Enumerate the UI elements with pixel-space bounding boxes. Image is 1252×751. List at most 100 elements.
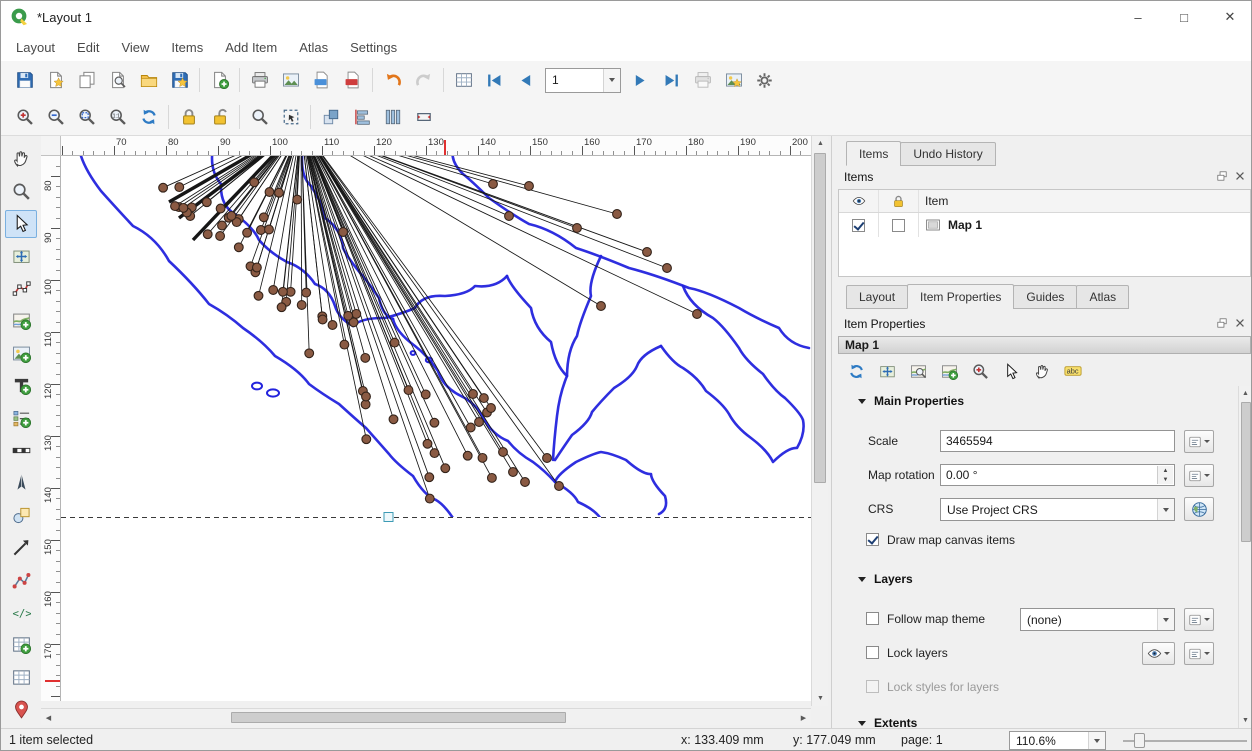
export-atlas-button[interactable] bbox=[718, 66, 749, 95]
add-map-button[interactable] bbox=[5, 307, 37, 335]
add-marker-button[interactable] bbox=[5, 696, 37, 724]
undo-button[interactable] bbox=[377, 66, 408, 95]
select-crs-button[interactable] bbox=[1184, 497, 1214, 521]
atlas-settings-button[interactable] bbox=[749, 66, 780, 95]
zoom-level-combo[interactable]: 110.6% bbox=[1009, 731, 1106, 750]
add-north-arrow-button[interactable] bbox=[5, 469, 37, 497]
follow-map-theme-checkbox[interactable] bbox=[866, 612, 879, 625]
add-label-button[interactable] bbox=[5, 372, 37, 400]
map1-visibility-checkbox[interactable] bbox=[852, 219, 865, 232]
duplicate-layout-button[interactable] bbox=[71, 66, 102, 95]
spinner[interactable]: ▲▼ bbox=[1157, 466, 1173, 484]
unlock-all-items-button[interactable] bbox=[204, 103, 235, 132]
add-picture-button[interactable] bbox=[5, 339, 37, 367]
crs-combo[interactable]: Use Project CRS bbox=[940, 498, 1175, 521]
chevron-down-icon[interactable] bbox=[1157, 609, 1174, 630]
add-legend-button[interactable] bbox=[5, 404, 37, 432]
scroll-left-icon[interactable]: ◀ bbox=[41, 710, 56, 725]
print-button[interactable] bbox=[244, 66, 275, 95]
scroll-up-icon[interactable]: ▲ bbox=[1238, 386, 1252, 401]
preview-atlas-button[interactable] bbox=[448, 66, 479, 95]
tab-layout[interactable]: Layout bbox=[846, 285, 908, 309]
select-move-item-tool-button[interactable] bbox=[5, 210, 37, 238]
map-theme-combo[interactable]: (none) bbox=[1020, 608, 1175, 631]
vertical-scroll-thumb[interactable] bbox=[814, 153, 826, 483]
zoom-in-button[interactable] bbox=[9, 103, 40, 132]
select-all-items-button[interactable] bbox=[275, 103, 306, 132]
add-html-button[interactable] bbox=[5, 598, 37, 626]
menu-edit[interactable]: Edit bbox=[66, 35, 110, 60]
draw-map-canvas-items-checkbox[interactable] bbox=[866, 533, 879, 546]
items-list-row-map1[interactable]: Map 1 bbox=[839, 213, 1250, 237]
item-properties-close-button[interactable] bbox=[1233, 316, 1247, 330]
tab-item-properties[interactable]: Item Properties bbox=[907, 284, 1014, 309]
minimize-button[interactable]: – bbox=[1115, 1, 1161, 33]
add-items-from-template-button[interactable] bbox=[204, 66, 235, 95]
item-properties-float-button[interactable] bbox=[1215, 316, 1229, 330]
menu-add-item[interactable]: Add Item bbox=[214, 35, 288, 60]
items-panel-float-button[interactable] bbox=[1215, 169, 1229, 183]
menu-atlas[interactable]: Atlas bbox=[288, 35, 339, 60]
labeling-settings-button[interactable] bbox=[1059, 358, 1087, 384]
export-pdf-button[interactable] bbox=[337, 66, 368, 95]
align-items-button[interactable] bbox=[346, 103, 377, 132]
chevron-down-icon[interactable] bbox=[603, 69, 620, 92]
layout-page-viewport[interactable] bbox=[61, 156, 811, 701]
resize-items-button[interactable] bbox=[408, 103, 439, 132]
next-feature-button[interactable] bbox=[625, 66, 656, 95]
horizontal-scroll-thumb[interactable] bbox=[231, 712, 566, 723]
tab-items[interactable]: Items bbox=[846, 141, 901, 166]
scroll-up-icon[interactable]: ▲ bbox=[812, 136, 829, 151]
properties-scrollbar[interactable]: ▲ ▼ bbox=[1238, 386, 1252, 728]
add-shape-button[interactable] bbox=[5, 501, 37, 529]
map-item[interactable] bbox=[61, 156, 811, 701]
chevron-down-icon[interactable] bbox=[1088, 732, 1105, 749]
map-rotation-input[interactable]: 0.00 ° ▲▼ bbox=[940, 464, 1175, 486]
move-map-content-button[interactable] bbox=[1028, 358, 1056, 384]
rotation-data-defined-button[interactable] bbox=[1184, 464, 1214, 487]
export-svg-button[interactable] bbox=[306, 66, 337, 95]
spin-up-icon[interactable]: ▲ bbox=[1157, 466, 1173, 475]
lock-layers-data-defined-button[interactable] bbox=[1184, 642, 1214, 665]
menu-view[interactable]: View bbox=[110, 35, 160, 60]
add-attribute-table-button[interactable] bbox=[5, 631, 37, 659]
last-feature-button[interactable] bbox=[656, 66, 687, 95]
add-arrow-button[interactable] bbox=[5, 534, 37, 562]
scroll-down-icon[interactable]: ▼ bbox=[1238, 713, 1252, 728]
add-scalebar-button[interactable] bbox=[5, 437, 37, 465]
refresh-view-button[interactable] bbox=[133, 103, 164, 132]
redo-button[interactable] bbox=[408, 66, 439, 95]
move-item-content-tool-button[interactable] bbox=[5, 242, 37, 270]
zoom-full-button[interactable] bbox=[71, 103, 102, 132]
spin-down-icon[interactable]: ▼ bbox=[1157, 475, 1173, 484]
horizontal-scrollbar[interactable]: ◀ ▶ bbox=[41, 708, 811, 725]
zoom-slider-handle[interactable] bbox=[1134, 733, 1145, 748]
first-feature-button[interactable] bbox=[479, 66, 510, 95]
layout-manager-button[interactable] bbox=[102, 66, 133, 95]
tab-atlas[interactable]: Atlas bbox=[1076, 285, 1129, 309]
section-extents[interactable]: Extents bbox=[858, 716, 917, 728]
zoom-to-selection-button[interactable] bbox=[244, 103, 275, 132]
edit-nodes-tool-button[interactable] bbox=[5, 275, 37, 303]
set-canvas-extent-to-map-button[interactable] bbox=[935, 358, 963, 384]
interactively-edit-extent-button[interactable] bbox=[997, 358, 1025, 384]
zoom-to-map-extent-button[interactable] bbox=[966, 358, 994, 384]
vertical-scrollbar[interactable]: ▲ ▼ bbox=[811, 136, 828, 706]
pan-tool-button[interactable] bbox=[5, 145, 37, 173]
tab-undo-history[interactable]: Undo History bbox=[900, 142, 995, 166]
map1-lock-checkbox[interactable] bbox=[892, 219, 905, 232]
save-as-template-button[interactable] bbox=[164, 66, 195, 95]
raise-items-button[interactable] bbox=[315, 103, 346, 132]
export-image-button[interactable] bbox=[275, 66, 306, 95]
lock-layers-checkbox[interactable] bbox=[866, 646, 879, 659]
lock-selected-items-button[interactable] bbox=[173, 103, 204, 132]
maximize-button[interactable]: □ bbox=[1161, 1, 1207, 33]
add-fixed-table-button[interactable] bbox=[5, 663, 37, 691]
zoom-actual-size-button[interactable] bbox=[102, 103, 133, 132]
previous-feature-button[interactable] bbox=[510, 66, 541, 95]
zoom-tool-button[interactable] bbox=[5, 177, 37, 205]
section-layers[interactable]: Layers bbox=[858, 572, 913, 586]
properties-scroll-thumb[interactable] bbox=[1241, 402, 1251, 542]
menu-settings[interactable]: Settings bbox=[339, 35, 408, 60]
load-from-template-button[interactable] bbox=[133, 66, 164, 95]
